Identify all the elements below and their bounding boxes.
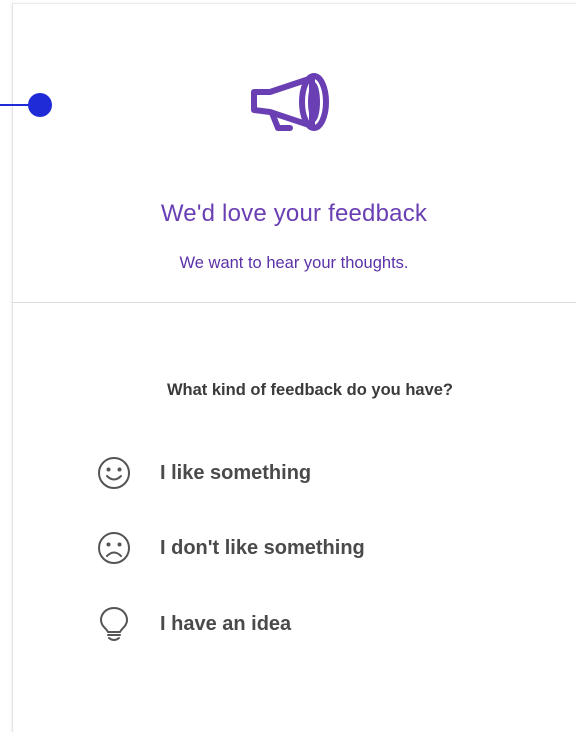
feedback-question: What kind of feedback do you have? bbox=[166, 381, 454, 399]
option-label: I don't like something bbox=[160, 536, 365, 559]
option-dislike-something[interactable]: I don't like something bbox=[94, 528, 365, 568]
frown-face-icon bbox=[94, 528, 134, 568]
divider bbox=[12, 302, 576, 303]
option-label: I like something bbox=[160, 461, 312, 484]
option-label: I have an idea bbox=[160, 612, 292, 635]
pointer-dot bbox=[28, 93, 52, 117]
option-like-something[interactable]: I like something bbox=[94, 453, 311, 493]
smile-face-icon bbox=[94, 453, 134, 493]
page-title: We'd love your feedback bbox=[160, 200, 428, 227]
screen: We'd love your feedback We want to hear … bbox=[0, 0, 576, 732]
lightbulb-icon bbox=[94, 604, 134, 644]
option-have-idea[interactable]: I have an idea bbox=[94, 604, 291, 644]
megaphone-icon bbox=[251, 73, 329, 131]
page-subtitle: We want to hear your thoughts. bbox=[179, 254, 409, 272]
